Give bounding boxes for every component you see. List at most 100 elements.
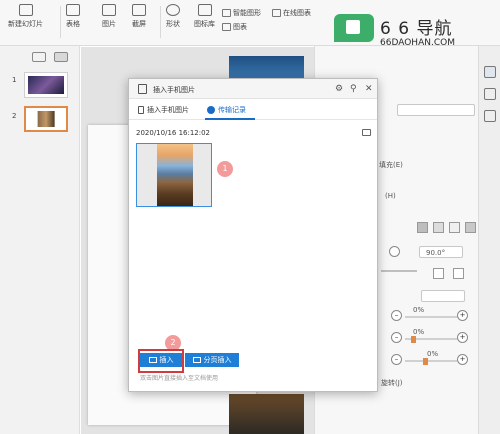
icon-library-label: 图标库: [194, 20, 215, 28]
remove-stop-icon[interactable]: [453, 268, 464, 279]
dialog-tabs: 插入手机图片 传输记录: [129, 100, 377, 120]
table-button[interactable]: 表格: [66, 4, 80, 29]
insert-icon: [148, 357, 157, 363]
angle-input[interactable]: 90.0°: [419, 246, 463, 258]
angle-value: 90.0°: [426, 249, 446, 257]
gradient-slider[interactable]: [381, 270, 417, 272]
watermark-logo: [334, 14, 374, 42]
watermark-logo-icon: [346, 20, 360, 34]
gradient-style-swatch[interactable]: [417, 222, 428, 233]
shape-icon: [166, 4, 180, 16]
insert-button-label: 插入: [159, 357, 174, 364]
close-icon[interactable]: ✕: [365, 83, 373, 95]
percent-slider[interactable]: [405, 316, 457, 318]
side-tool-rail: [478, 46, 500, 434]
phone-icon: [138, 84, 147, 94]
slide-view-icon[interactable]: [54, 52, 68, 62]
toolbar-divider: [160, 6, 161, 38]
gradient-style-swatch[interactable]: [465, 222, 476, 233]
fill-option-label: 填充(E): [379, 161, 403, 169]
smart-graphic-label: 智能图形: [233, 9, 261, 17]
page-insert-button-label: 分页插入: [203, 357, 232, 364]
minus-icon[interactable]: –: [391, 354, 402, 365]
slide-thumbnail-selected[interactable]: [24, 106, 68, 132]
settings-icon[interactable]: ⚙: [335, 83, 343, 95]
tab-transfer-history[interactable]: 传输记录: [207, 105, 246, 115]
fill-option-label: (H): [385, 192, 396, 200]
percent-slider[interactable]: [405, 360, 457, 362]
slide-thumbnail-panel: 1 2: [0, 46, 80, 434]
copy-icon[interactable]: [484, 110, 496, 122]
tab-insert-phone-picture[interactable]: 插入手机图片: [138, 105, 189, 115]
phone-icon: [138, 106, 144, 114]
rotate-label: 旋转(J): [381, 379, 403, 387]
screenshot-button[interactable]: 截屏: [132, 4, 146, 29]
step-badge-1: 1: [217, 161, 233, 177]
tab-label: 传输记录: [218, 106, 246, 114]
shape-label: 形状: [166, 20, 180, 28]
plus-icon[interactable]: +: [457, 332, 468, 343]
transferred-photo[interactable]: [136, 143, 212, 207]
property-dropdown[interactable]: [397, 104, 475, 116]
chart-icon: [222, 23, 231, 31]
shape-button[interactable]: 形状: [166, 4, 180, 29]
watermark-title: 6 6 导航: [380, 19, 453, 39]
new-slide-button[interactable]: 新建幻灯片: [8, 4, 43, 29]
pin-icon[interactable]: [484, 88, 496, 100]
online-chart-button[interactable]: 在线图表: [272, 8, 311, 18]
minus-icon[interactable]: –: [391, 310, 402, 321]
page-insert-button[interactable]: 分页插入: [185, 353, 239, 367]
icon-library-icon: [197, 4, 212, 16]
percent-value: 0%: [413, 328, 425, 336]
slide-photo-top: [229, 56, 304, 79]
new-slide-label: 新建幻灯片: [8, 20, 43, 28]
gradient-style-swatch[interactable]: [433, 222, 444, 233]
transfer-timestamp: 2020/10/16 16:12:02: [136, 129, 211, 137]
properties-icon[interactable]: [484, 66, 496, 78]
insert-button[interactable]: 插入: [140, 353, 182, 367]
screenshot-label: 截屏: [132, 20, 146, 28]
slider-knob[interactable]: [423, 358, 428, 365]
plus-icon[interactable]: +: [457, 354, 468, 365]
icon-library-button[interactable]: 图标库: [194, 4, 215, 29]
photo-thumbnail: [157, 144, 193, 206]
slide-number: 2: [12, 112, 17, 120]
slide-photo-bottom: [229, 394, 304, 434]
slide-thumbnail[interactable]: [24, 72, 68, 98]
picture-label: 图片: [102, 20, 116, 28]
add-stop-icon[interactable]: [433, 268, 444, 279]
tab-label: 插入手机图片: [147, 106, 189, 114]
smart-graphic-button[interactable]: 智能图形: [222, 8, 261, 18]
outline-view-icon[interactable]: [32, 52, 46, 62]
online-chart-icon: [272, 9, 281, 17]
percent-value: 0%: [427, 350, 439, 358]
pin-icon[interactable]: ⚲: [350, 83, 357, 95]
chart-button[interactable]: 图表: [222, 22, 247, 32]
page-insert-icon: [192, 357, 201, 363]
slider-knob[interactable]: [411, 336, 416, 343]
folder-icon[interactable]: [362, 129, 371, 136]
picture-icon: [102, 4, 116, 16]
gradient-style-swatch[interactable]: [449, 222, 460, 233]
slide-thumbnail-image: [28, 76, 64, 94]
toolbar-divider: [60, 6, 61, 38]
dialog-title: 插入手机图片: [153, 86, 195, 94]
plus-icon[interactable]: +: [457, 310, 468, 321]
dialog-hint: 双击图片直接插入至文档使用: [140, 375, 219, 382]
slide-number: 1: [12, 76, 17, 84]
smart-graphic-icon: [222, 9, 231, 17]
active-tab-indicator: [205, 118, 255, 120]
screenshot-icon: [132, 4, 146, 16]
picture-button[interactable]: 图片: [102, 4, 116, 29]
dialog-title-bar[interactable]: 插入手机图片 ⚙ ⚲ ✕: [129, 79, 377, 99]
table-icon: [66, 4, 80, 16]
angle-dial[interactable]: [389, 246, 400, 257]
table-label: 表格: [66, 20, 80, 28]
color-dropdown[interactable]: [421, 290, 465, 302]
chart-label: 图表: [233, 23, 247, 31]
percent-value: 0%: [413, 306, 425, 314]
minus-icon[interactable]: –: [391, 332, 402, 343]
insert-phone-picture-dialog: 插入手机图片 ⚙ ⚲ ✕ 插入手机图片 传输记录 2020/10/16 16:1…: [128, 78, 378, 392]
online-chart-label: 在线图表: [283, 9, 311, 17]
slide-thumbnail-image: [29, 111, 63, 127]
